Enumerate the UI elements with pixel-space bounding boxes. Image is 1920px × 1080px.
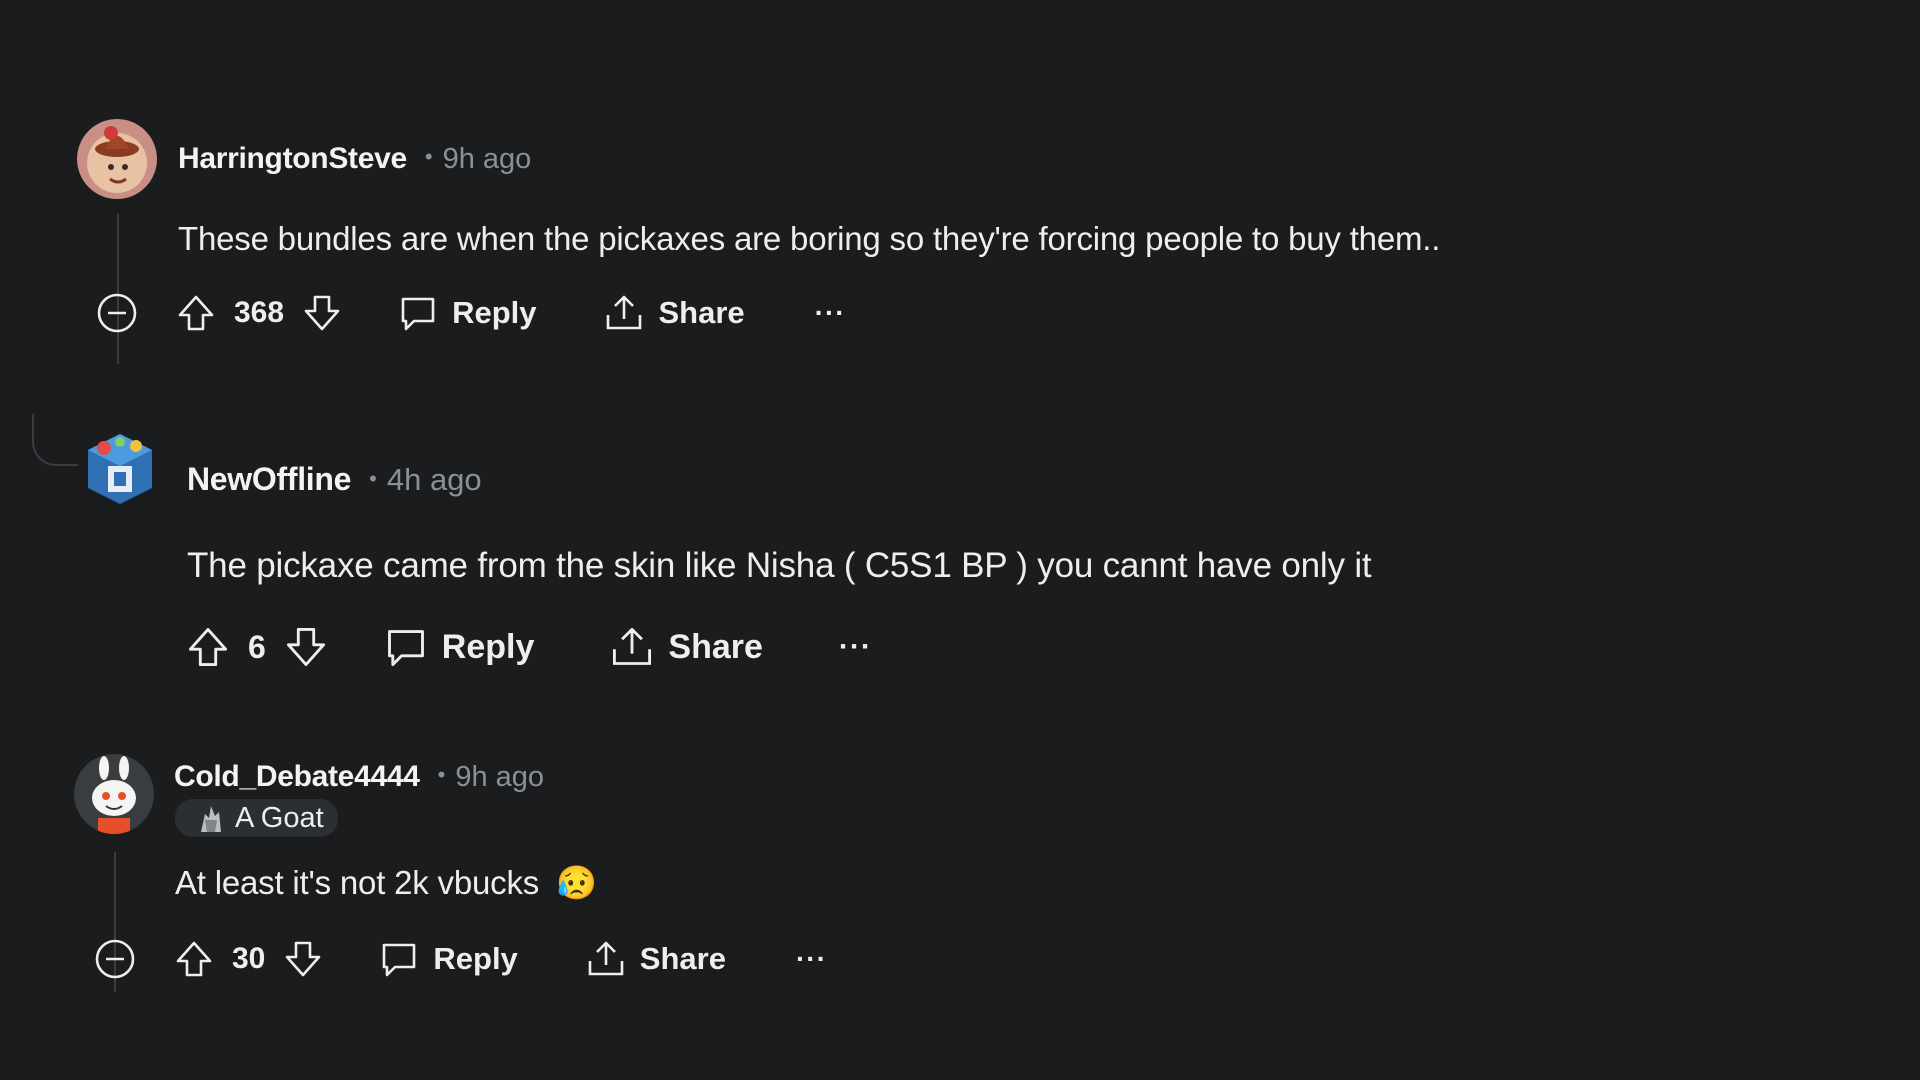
- downvote-button[interactable]: [302, 293, 342, 333]
- comment-body: These bundles are when the pickaxes are …: [178, 220, 1441, 257]
- collapse-button[interactable]: [96, 292, 138, 334]
- snoo-avatar-icon: [74, 754, 154, 834]
- upvote-button[interactable]: [176, 293, 216, 333]
- sad-face-emoji: 😥: [556, 864, 597, 901]
- downvote-button[interactable]: [284, 625, 328, 669]
- comment-meta: HarringtonSteve • 9h ago: [178, 142, 531, 176]
- upvote-icon: [188, 627, 228, 667]
- comment-icon: [387, 630, 424, 667]
- comment-meta: NewOffline • 4h ago: [187, 461, 482, 498]
- goat-icon: [201, 806, 221, 832]
- comment-actions: 368 Reply Share ···: [96, 292, 846, 334]
- game-character-avatar-icon: [80, 428, 160, 508]
- user-flair: A Goat: [175, 799, 338, 837]
- share-label: Share: [639, 941, 726, 976]
- avatar[interactable]: [74, 754, 154, 834]
- comments-panel: HarringtonSteve • 9h ago These bundles a…: [0, 0, 1920, 1080]
- upvote-button[interactable]: [186, 625, 230, 669]
- share-button[interactable]: Share: [586, 939, 726, 979]
- share-button[interactable]: Share: [604, 293, 745, 333]
- cowboy-avatar-icon: [77, 119, 157, 199]
- downvote-button[interactable]: [283, 939, 323, 979]
- upvote-icon: [176, 941, 212, 977]
- comment-actions: 30 Reply Share ···: [94, 938, 827, 980]
- upvote-icon: [178, 295, 214, 331]
- comment-meta: Cold_Debate4444 • 9h ago: [174, 760, 544, 794]
- meta-separator: •: [424, 144, 433, 169]
- comment-body: The pickaxe came from the skin like Nish…: [187, 546, 1372, 585]
- thread-line[interactable]: [117, 214, 119, 364]
- comment-icon: [383, 943, 416, 977]
- username[interactable]: NewOffline: [187, 461, 351, 498]
- flair-label: A Goat: [235, 801, 324, 834]
- meta-separator: •: [369, 466, 377, 491]
- more-options-button[interactable]: ···: [839, 630, 872, 664]
- meta-separator: •: [437, 762, 446, 787]
- reply-label: Reply: [441, 627, 535, 666]
- vote-score: 368: [234, 296, 285, 329]
- reply-button[interactable]: Reply: [398, 293, 536, 333]
- more-options-button[interactable]: ···: [796, 943, 827, 975]
- downvote-icon: [286, 941, 321, 977]
- comment-actions: 6 Reply Share ···: [186, 625, 872, 669]
- vote-score: 30: [232, 942, 266, 975]
- timestamp[interactable]: 9h ago: [443, 143, 532, 176]
- share-icon: [607, 295, 642, 330]
- reply-button[interactable]: Reply: [384, 625, 535, 669]
- reply-connector: [32, 414, 78, 466]
- username[interactable]: Cold_Debate4444: [174, 760, 420, 794]
- share-label: Share: [658, 295, 745, 330]
- collapse-icon: [97, 293, 137, 333]
- collapse-button[interactable]: [94, 938, 136, 980]
- comment-text: At least it's not 2k vbucks: [175, 864, 540, 901]
- comment-icon: [401, 297, 435, 331]
- timestamp[interactable]: 4h ago: [387, 462, 482, 498]
- share-icon: [613, 627, 652, 665]
- share-label: Share: [668, 627, 763, 666]
- reply-button[interactable]: Reply: [379, 939, 518, 979]
- reply-label: Reply: [452, 295, 537, 330]
- share-button[interactable]: Share: [610, 625, 763, 669]
- collapse-icon: [95, 939, 135, 979]
- upvote-button[interactable]: [174, 939, 214, 979]
- downvote-icon: [304, 295, 340, 331]
- reply-label: Reply: [433, 941, 518, 976]
- vote-score: 6: [248, 628, 266, 665]
- more-options-button[interactable]: ···: [815, 297, 846, 329]
- comment-body: At least it's not 2k vbucks 😥: [175, 864, 597, 903]
- avatar[interactable]: [80, 428, 160, 508]
- share-icon: [588, 941, 624, 976]
- username[interactable]: HarringtonSteve: [178, 142, 407, 176]
- avatar[interactable]: [77, 119, 157, 199]
- downvote-icon: [286, 627, 325, 667]
- timestamp[interactable]: 9h ago: [455, 761, 544, 794]
